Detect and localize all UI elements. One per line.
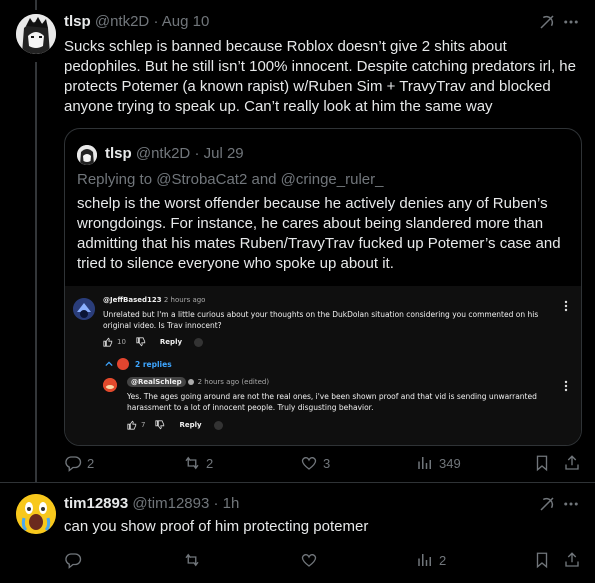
post-text: Sucks schlep is banned because Roblox do… [64,38,576,115]
quote-separator: · [194,145,200,162]
display-name[interactable]: tlsp [64,13,91,30]
handle[interactable]: @tim12893 [132,495,209,512]
post-header: tim12893 @tim12893 · 1h [64,494,239,514]
thumbs-up-icon [103,337,113,347]
repost-icon [185,456,199,470]
reply-time: 2 hours ago (edited) [197,378,270,386]
commenter-avatar [73,298,95,320]
verified-icon [187,379,194,385]
display-name[interactable]: tim12893 [64,495,128,512]
replies-count: 2 replies [135,359,172,369]
heart-icon [301,553,317,567]
grok-icon[interactable] [538,13,556,31]
reply-thumbs-down-icon [155,420,165,430]
reply-count: 2 [87,455,95,471]
comment-heart-icon [194,337,204,347]
avatar[interactable] [16,14,56,54]
comment-reply-label: Reply [159,338,183,346]
separator: · [213,495,219,512]
reply-author: @RealSchlep [127,377,186,387]
separator: · [153,13,159,30]
comment-time: 2 hours ago [163,296,206,304]
quote-header: tlsp @ntk2D · Jul 29 [105,144,244,164]
thread-line [35,62,37,482]
creator-avatar-small [117,358,129,370]
comment-text: Unrelated but I'm a little curious about… [103,310,539,330]
quote-text: schelp is the worst offender because he … [77,195,561,272]
thread-line-top [35,0,37,10]
comment-likes: 10 [117,338,126,346]
more-icon[interactable] [562,495,580,513]
repost-icon [185,553,199,567]
views-count: 2 [439,552,447,568]
handle[interactable]: @ntk2D [95,13,149,30]
views-icon [418,554,431,566]
views-icon [418,457,431,469]
grok-icon[interactable] [538,495,556,513]
reply-thumbs-up-icon [127,420,137,430]
comment-actions: 10 Reply [103,337,204,347]
share-icon [565,552,579,567]
reply-meta: @RealSchlep 2 hours ago (edited) [127,377,269,387]
post-text: can you show proof of him protecting pot… [64,518,369,535]
post-header: tlsp @ntk2D · Aug 10 [64,12,209,32]
bookmark-action[interactable] [533,551,551,569]
bookmark-action[interactable] [533,454,551,472]
post-date[interactable]: 1h [223,495,240,512]
reply-icon [65,456,82,472]
repost-action[interactable] [183,551,206,569]
like-action[interactable]: 3 [300,454,330,472]
reply-action[interactable] [64,551,87,569]
quote-handle: @ntk2D [135,145,191,162]
quoted-post[interactable]: tlsp @ntk2D · Jul 29 Replying to @Stroba… [64,128,582,446]
reply-more-icon [563,380,569,392]
reply-likes: 7 [141,421,146,429]
bookmark-icon [536,552,548,569]
repost-action[interactable]: 2 [183,454,213,472]
share-icon [565,455,579,470]
replying-to: Replying to @StrobaCat2 and @cringe_rule… [77,171,384,188]
views-action[interactable]: 2 [416,551,446,569]
reply-heart-icon [213,420,223,430]
comment-author: @JeffBased123 [103,296,162,304]
share-action[interactable] [563,551,581,569]
more-icon[interactable] [562,13,580,31]
replies-toggle: 2 replies [105,358,172,370]
reply-reply-label: Reply [179,421,202,429]
quote-display-name: tlsp [105,145,132,162]
avatar[interactable] [16,494,56,534]
views-count: 349 [439,455,461,471]
comment-more-icon [563,300,569,312]
like-action[interactable] [300,551,323,569]
thumbs-down-icon [136,337,146,347]
share-action[interactable] [563,454,581,472]
reply-icon [65,553,82,569]
quote-date: Jul 29 [203,145,244,162]
quote-avatar [77,145,97,165]
repost-count: 2 [206,455,214,471]
reply-action[interactable]: 2 [64,454,94,472]
reply-avatar [103,378,117,392]
bookmark-icon [536,455,548,472]
embedded-comment-image[interactable]: @JeffBased123 2 hours ago Unrelated but … [65,286,581,445]
views-action[interactable]: 349 [416,454,461,472]
post-date[interactable]: Aug 10 [162,13,210,30]
like-count: 3 [323,455,331,471]
reply-actions: 7 Reply [127,420,223,430]
chevron-up-icon [105,361,113,367]
heart-icon [301,456,317,470]
reply-text: Yes. The ages going around are not the r… [127,392,537,412]
comment-meta: @JeffBased123 2 hours ago [103,296,205,304]
divider [0,482,595,483]
